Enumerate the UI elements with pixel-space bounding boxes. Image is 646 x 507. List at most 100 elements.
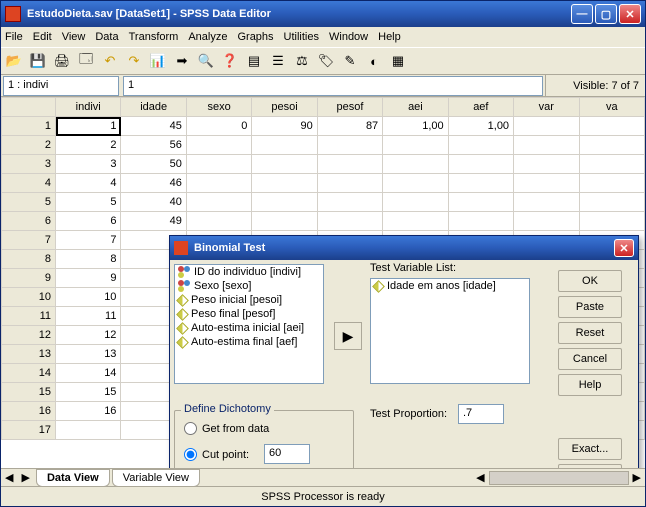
row-number[interactable]: 1 [2, 117, 56, 136]
data-cell[interactable]: 0 [186, 117, 251, 136]
data-cell[interactable]: 40 [121, 193, 186, 212]
data-cell[interactable] [252, 136, 317, 155]
row-number[interactable]: 11 [2, 307, 56, 326]
redo-icon[interactable]: ↷ [125, 52, 143, 70]
data-cell[interactable] [186, 155, 251, 174]
menu-data[interactable]: Data [95, 31, 118, 43]
tab-scroll-right-icon[interactable]: ▶ [17, 471, 33, 484]
data-cell[interactable]: 49 [121, 212, 186, 231]
list-item[interactable]: Peso inicial [pesoi] [175, 293, 323, 307]
data-cell[interactable] [579, 212, 645, 231]
data-cell[interactable] [317, 193, 382, 212]
data-cell[interactable]: 90 [252, 117, 317, 136]
cut-point-radio[interactable]: Cut point: [184, 448, 249, 461]
data-cell[interactable] [579, 136, 645, 155]
row-number[interactable]: 5 [2, 193, 56, 212]
data-cell[interactable] [252, 193, 317, 212]
open-icon[interactable]: 📂 [5, 52, 23, 70]
select-cases-icon[interactable]: ☰ [269, 52, 287, 70]
data-cell[interactable] [56, 421, 121, 440]
data-cell[interactable] [317, 155, 382, 174]
data-cell[interactable]: 7 [56, 231, 121, 250]
cell-value-field[interactable]: 1 [123, 76, 543, 96]
data-cell[interactable] [317, 212, 382, 231]
customize-icon[interactable]: ▦ [389, 52, 407, 70]
hscroll-left-icon[interactable]: ◀ [472, 471, 488, 484]
horizontal-scrollbar[interactable] [489, 471, 629, 485]
data-cell[interactable]: 11 [56, 307, 121, 326]
cut-point-field[interactable]: 60 [264, 444, 310, 464]
data-cell[interactable]: 4 [56, 174, 121, 193]
data-cell[interactable]: 15 [56, 383, 121, 402]
column-header[interactable]: indivi [56, 98, 121, 117]
row-number[interactable]: 13 [2, 345, 56, 364]
test-variable-list[interactable]: Idade em anos [idade] [370, 278, 530, 384]
find-icon[interactable]: 🔍 [197, 52, 215, 70]
list-item[interactable]: Idade em anos [idade] [371, 279, 529, 293]
paste-button[interactable]: Paste [558, 296, 622, 318]
row-number[interactable]: 12 [2, 326, 56, 345]
move-right-button[interactable]: ▶ [334, 322, 362, 350]
column-header[interactable]: pesof [317, 98, 382, 117]
column-header[interactable]: var [514, 98, 579, 117]
variables-icon[interactable]: ❓ [221, 52, 239, 70]
reset-button[interactable]: Reset [558, 322, 622, 344]
row-number[interactable]: 10 [2, 288, 56, 307]
row-number[interactable]: 2 [2, 136, 56, 155]
data-cell[interactable]: 12 [56, 326, 121, 345]
data-cell[interactable] [448, 155, 513, 174]
data-cell[interactable] [514, 193, 579, 212]
data-cell[interactable] [514, 155, 579, 174]
data-cell[interactable] [579, 174, 645, 193]
data-cell[interactable] [252, 174, 317, 193]
row-number[interactable]: 16 [2, 402, 56, 421]
row-number[interactable]: 8 [2, 250, 56, 269]
titlebar[interactable]: EstudoDieta.sav [DataSet1] - SPSS Data E… [1, 1, 645, 27]
column-header[interactable]: aei [383, 98, 448, 117]
tab-data-view[interactable]: Data View [36, 469, 110, 487]
cell-name-field[interactable]: 1 : indivi [3, 76, 119, 96]
data-cell[interactable] [186, 193, 251, 212]
data-cell[interactable]: 56 [121, 136, 186, 155]
exact-button[interactable]: Exact... [558, 438, 622, 460]
data-cell[interactable] [252, 155, 317, 174]
data-cell[interactable] [383, 193, 448, 212]
data-cell[interactable] [514, 174, 579, 193]
column-header[interactable]: va [579, 98, 645, 117]
cancel-button[interactable]: Cancel [558, 348, 622, 370]
menu-transform[interactable]: Transform [129, 31, 179, 43]
value-labels-icon[interactable]: 🏷 [317, 52, 335, 70]
data-cell[interactable] [186, 174, 251, 193]
row-number[interactable]: 14 [2, 364, 56, 383]
data-cell[interactable]: 10 [56, 288, 121, 307]
data-cell[interactable]: 14 [56, 364, 121, 383]
row-number[interactable]: 7 [2, 231, 56, 250]
data-grid[interactable]: indiviidadesexopesoipesofaeiaefvarva1145… [1, 97, 645, 468]
row-number[interactable]: 4 [2, 174, 56, 193]
close-button[interactable]: ✕ [619, 4, 641, 24]
menu-utilities[interactable]: Utilities [284, 31, 319, 43]
data-cell[interactable] [383, 136, 448, 155]
ok-button[interactable]: OK [558, 270, 622, 292]
split-file-icon[interactable]: ▤ [245, 52, 263, 70]
row-number[interactable]: 15 [2, 383, 56, 402]
menu-file[interactable]: File [5, 31, 23, 43]
data-cell[interactable] [579, 117, 645, 136]
data-cell[interactable] [448, 136, 513, 155]
options-button[interactable]: Options... [558, 464, 622, 468]
data-cell[interactable] [252, 212, 317, 231]
data-cell[interactable] [579, 155, 645, 174]
column-header[interactable]: aef [448, 98, 513, 117]
data-cell[interactable]: 46 [121, 174, 186, 193]
data-cell[interactable]: 45 [121, 117, 186, 136]
row-number[interactable]: 17 [2, 421, 56, 440]
data-cell[interactable]: 8 [56, 250, 121, 269]
row-number[interactable]: 6 [2, 212, 56, 231]
undo-icon[interactable]: ↶ [101, 52, 119, 70]
tab-scroll-left-icon[interactable]: ◀ [1, 471, 17, 484]
goto-case-icon[interactable]: ➡ [173, 52, 191, 70]
data-cell[interactable] [317, 136, 382, 155]
minimize-button[interactable]: — [571, 4, 593, 24]
menu-graphs[interactable]: Graphs [237, 31, 273, 43]
goto-chart-icon[interactable]: 📊 [149, 52, 167, 70]
